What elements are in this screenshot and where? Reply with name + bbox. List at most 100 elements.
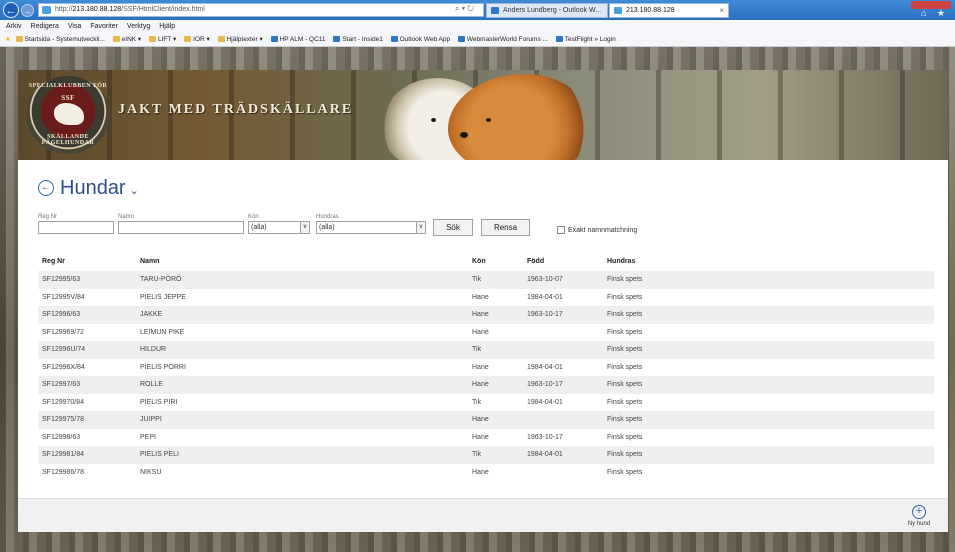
content-panel: ← Hundar ⌄ Reg Nr Namn Kön (alla) ∨ Hund…: [18, 160, 948, 532]
table-row[interactable]: SF129981/84 PIELIS PELI Tik 1984-04-01 Finsk…: [38, 446, 934, 464]
menu-bar: Arkiv Redigera Visa Favoriter Verktyg Hj…: [0, 20, 955, 33]
fav-start-inside[interactable]: Start - Inside1: [333, 36, 383, 43]
cell-hundras: Finsk spets: [607, 363, 643, 371]
cell-kon: Tik: [472, 398, 482, 406]
fav-testflight[interactable]: TestFlight » Login: [555, 36, 616, 43]
col-header-namn[interactable]: Namn: [140, 252, 159, 271]
browser-back-button[interactable]: ←: [3, 2, 19, 18]
cell-namn: NIKSU: [140, 468, 162, 476]
hundras-value: (alla): [316, 221, 416, 234]
chevron-down-icon[interactable]: ⌄: [130, 184, 139, 197]
browser-tab-active[interactable]: 213.180.88.128 ×: [609, 3, 729, 18]
fav-ior[interactable]: IOR ▾: [184, 36, 210, 43]
filter-regnr: Reg Nr: [38, 214, 114, 234]
address-bar[interactable]: http://213.180.88.128/SSF/HtmlClient/ind…: [38, 3, 484, 17]
fav-lift[interactable]: LIFT ▾: [149, 36, 176, 43]
table-row[interactable]: SF12997/63 ROLLE Hane 1963-10-17 Finsk spets: [38, 376, 934, 394]
cell-hundras: Finsk spets: [607, 433, 643, 441]
kon-select[interactable]: (alla) ∨: [248, 221, 310, 234]
cell-namn: PIELIS JEPPE: [140, 293, 186, 301]
fav-hjalptexter[interactable]: Hjälptexter ▾: [217, 36, 263, 43]
filter-bar: Reg Nr Namn Kön (alla) ∨ Hundras (alla) …: [38, 214, 738, 242]
cell-fodd: 1963-10-07: [527, 276, 563, 283]
table-row[interactable]: SF12996X/84 PIELIS PÖRRI Hane 1984-04-01 Fin…: [38, 359, 934, 377]
table-row[interactable]: SF12996/63 JAKKE Hane 1963-10-17 Finsk spets: [38, 306, 934, 324]
header-banner: SPECIALKLUBBEN FÖR SSF SKÄLLANDE FÅGELHU…: [18, 70, 948, 160]
namn-input[interactable]: [118, 221, 244, 234]
table-row[interactable]: SF12995V/84 PIELIS JEPPE Hane 1984-04-01 Fin…: [38, 289, 934, 307]
cell-hundras: Finsk spets: [607, 311, 643, 318]
ie-page-icon: [333, 36, 341, 42]
fav-startsida[interactable]: Startsida - Systemutveckli...: [15, 36, 105, 43]
menu-item-visa[interactable]: Visa: [68, 23, 82, 30]
table-row[interactable]: SF129970/84 PIELIS PIRI Tik 1984-04-01 Finsk…: [38, 394, 934, 412]
cell-kon: Hane: [472, 468, 489, 476]
table-row[interactable]: SF129986/78 NIKSU Hane Finsk spets: [38, 464, 934, 482]
col-header-hundras[interactable]: Hundras: [607, 252, 635, 271]
ie-page-icon: [555, 36, 563, 42]
home-favorites-icons[interactable]: ⌂ ★: [921, 8, 949, 19]
cell-hundras: Finsk spets: [607, 451, 643, 458]
fav-hp-alm[interactable]: HP ALM - QC11: [270, 36, 326, 43]
kon-value: (alla): [248, 221, 300, 234]
menu-item-arkiv[interactable]: Arkiv: [6, 23, 22, 30]
new-dog-button[interactable]: + Ny hund: [904, 505, 934, 527]
search-button[interactable]: Sök: [433, 219, 473, 236]
dog-eye: [431, 118, 436, 122]
table-row[interactable]: SF129975/78 JUIPPI Hane Finsk spets: [38, 411, 934, 429]
logo-text-top: SPECIALKLUBBEN FÖR: [28, 83, 108, 89]
menu-item-redigera[interactable]: Redigera: [31, 23, 59, 30]
fav-eink[interactable]: eINK ▾: [112, 36, 141, 43]
table-row[interactable]: SF12998/63 PEPI Hane 1963-10-17 Finsk spets: [38, 429, 934, 447]
table-row[interactable]: SF129969/72 LEIMUN PIKE Hane Finsk spets: [38, 324, 934, 342]
bottom-command-bar: + Ny hund: [18, 498, 948, 532]
table-header-row: Reg Nr Namn Kön Född Hundras: [38, 252, 934, 271]
cell-hundras: Finsk spets: [607, 346, 643, 353]
cell-regnr: SF12995V/84: [42, 293, 85, 301]
checkbox-box[interactable]: [557, 226, 565, 234]
table-body: SF12995/63 TARU-PÖRÖ Tik 1963-10-07 Finsk sp…: [38, 271, 934, 481]
outlook-favicon-icon: [491, 7, 499, 14]
tab-label: Anders Lundberg - Outlook W...: [503, 7, 602, 14]
page-title[interactable]: Hundar: [60, 177, 126, 200]
tab-close-icon[interactable]: ×: [719, 4, 724, 17]
address-tools-icons[interactable]: ⌕ ▾ ↻: [455, 3, 474, 15]
banner-title: Jakt med trädskällare: [118, 102, 354, 117]
cell-regnr: SF12997/63: [42, 381, 81, 388]
menu-item-verktyg[interactable]: Verktyg: [127, 23, 150, 30]
col-header-kon[interactable]: Kön: [472, 252, 486, 271]
cell-kon: Tik: [472, 276, 482, 283]
table-row[interactable]: SF12996U/74 HILDUR Tik Finsk spets: [38, 341, 934, 359]
ie-page-icon: [457, 36, 465, 42]
regnr-label: Reg Nr: [38, 214, 58, 220]
menu-item-favoriter[interactable]: Favoriter: [90, 23, 118, 30]
cell-namn: PIELIS PELI: [140, 451, 179, 458]
cell-fodd: 1984-04-01: [527, 293, 563, 301]
menu-item-hjalp[interactable]: Hjälp: [159, 23, 175, 30]
cell-namn: PIELIS PIRI: [140, 398, 178, 406]
dogs-table: Reg Nr Namn Kön Född Hundras SF12995/63 T…: [38, 252, 934, 481]
cell-regnr: SF12995/63: [42, 276, 81, 283]
col-header-fodd[interactable]: Född: [527, 252, 544, 271]
new-dog-label: Ny hund: [907, 521, 931, 527]
cell-hundras: Finsk spets: [607, 416, 643, 423]
hundras-select[interactable]: (alla) ∨: [316, 221, 426, 234]
clear-button[interactable]: Rensa: [481, 219, 530, 236]
exact-match-checkbox[interactable]: Exakt namnmatchning: [557, 226, 637, 234]
cell-namn: PEPI: [140, 433, 156, 441]
fav-webmasterworld[interactable]: WebmasterWorld Forums ...: [457, 36, 548, 43]
favorites-star-icon[interactable]: ★: [5, 36, 11, 43]
folder-icon: [217, 36, 225, 42]
fav-outlook[interactable]: Outlook Web App: [390, 36, 450, 43]
folder-icon: [149, 36, 156, 42]
folder-icon: [15, 36, 23, 42]
cell-kon: Tik: [472, 346, 482, 353]
browser-forward-button[interactable]: →: [21, 4, 34, 17]
cell-regnr: SF129970/84: [42, 398, 85, 406]
col-header-regnr[interactable]: Reg Nr: [42, 252, 65, 271]
back-arrow-icon[interactable]: ←: [38, 180, 54, 196]
regnr-input[interactable]: [38, 221, 114, 234]
cell-kon: Hane: [472, 433, 489, 441]
table-row[interactable]: SF12995/63 TARU-PÖRÖ Tik 1963-10-07 Finsk sp…: [38, 271, 934, 289]
browser-tab-outlook[interactable]: Anders Lundberg - Outlook W...: [486, 3, 608, 18]
